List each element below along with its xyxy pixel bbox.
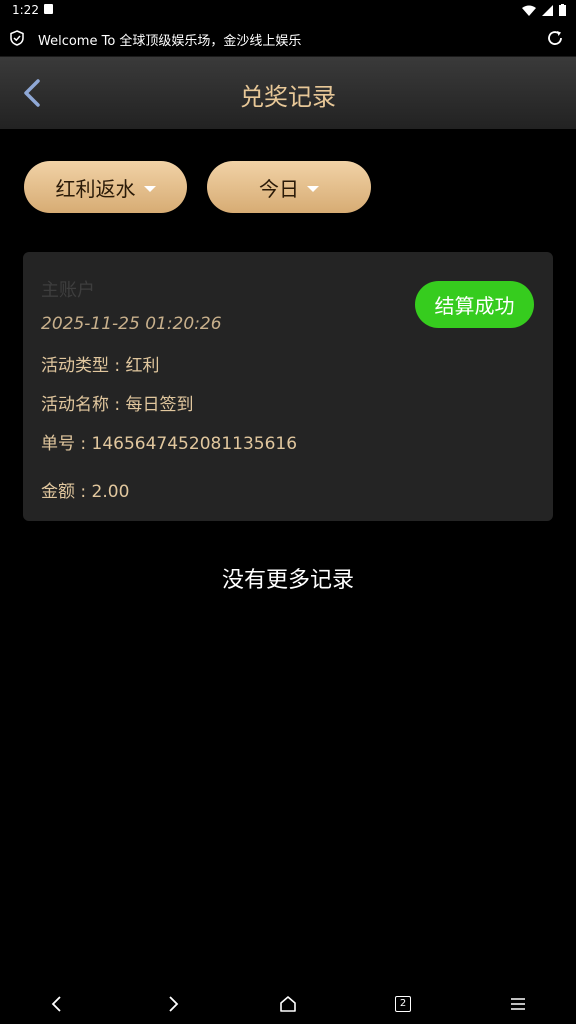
notification-icon: [44, 4, 53, 14]
amount: 金额 : 2.00: [41, 482, 130, 502]
caret-down-icon: [307, 185, 319, 192]
type-filter-label: 红利返水: [55, 176, 136, 201]
page-header: 兑奖记录: [0, 57, 576, 129]
bottom-navigation: 2: [0, 984, 576, 1024]
status-icons: [522, 4, 566, 16]
status-bar: 1:22: [0, 0, 576, 22]
record-datetime: 2025-11-25 01:20:26: [41, 314, 222, 334]
chevron-left-icon[interactable]: [46, 993, 68, 1015]
date-filter-label: 今日: [259, 176, 299, 201]
signal-icon: [542, 4, 553, 16]
order-number: 单号 : 1465647452081135616: [41, 434, 298, 454]
status-time: 1:22: [12, 3, 39, 17]
no-more-records: 没有更多记录: [221, 568, 354, 593]
battery-icon: [559, 4, 566, 16]
browser-url-bar[interactable]: Welcome To 全球顶级娱乐场，金沙线上娱乐: [0, 22, 576, 57]
url-text[interactable]: Welcome To 全球顶级娱乐场，金沙线上娱乐: [38, 30, 301, 49]
chevron-right-icon[interactable]: [162, 993, 184, 1015]
menu-icon[interactable]: [507, 993, 529, 1015]
caret-down-icon: [143, 185, 156, 192]
reload-icon[interactable]: [546, 29, 564, 47]
date-filter-dropdown[interactable]: 今日: [207, 161, 371, 213]
shield-icon: [10, 30, 24, 46]
tabs-icon: 2: [395, 996, 411, 1012]
status-badge: 结算成功: [415, 281, 534, 328]
account-label: 主账户: [41, 280, 95, 301]
wifi-icon: [522, 5, 536, 16]
activity-name: 活动名称 : 每日签到: [41, 395, 194, 415]
home-icon[interactable]: [277, 993, 299, 1015]
type-filter-dropdown[interactable]: 红利返水: [24, 161, 187, 213]
tabs-button[interactable]: 2: [392, 993, 414, 1015]
record-card: 主账户 2025-11-25 01:20:26 结算成功 活动类型 : 红利 活…: [23, 252, 553, 521]
activity-type: 活动类型 : 红利: [41, 356, 160, 376]
page-title: 兑奖记录: [240, 83, 336, 111]
